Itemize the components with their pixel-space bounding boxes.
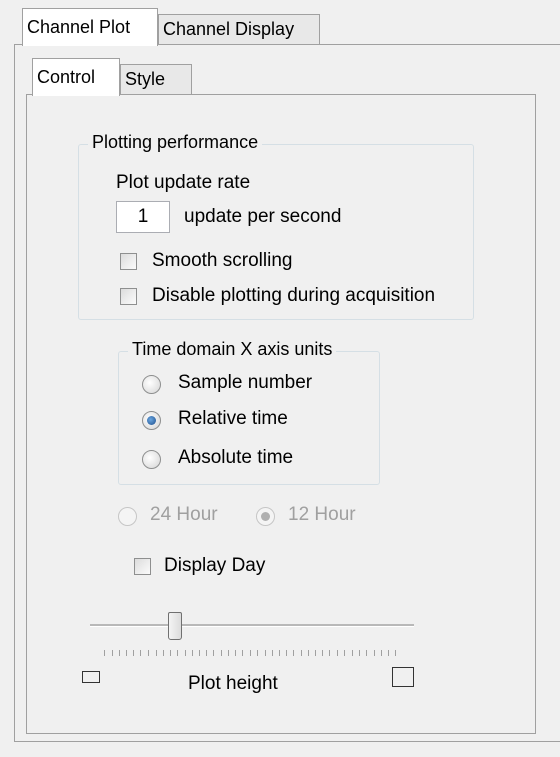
slider-tick [118,650,120,656]
plotting-performance-title: Plotting performance [88,132,263,153]
tab-style[interactable]: Style [120,64,192,94]
slider-tick [271,650,273,656]
absolute-time-label: Absolute time [178,447,294,468]
slider-tick [286,650,288,656]
slider-tick [315,650,316,656]
slider-tick [184,650,186,656]
slider-tick [227,650,229,656]
slider-tick [155,650,157,656]
slider-tick [359,650,361,656]
slider-tick [147,650,149,656]
plot-height-slider[interactable] [90,610,414,660]
slider-tick [366,650,368,656]
slider-tick [322,650,324,656]
tab-style-label: Style [125,69,166,89]
radio-selected-dot [147,416,156,425]
tab-control[interactable]: Control [32,58,120,96]
slider-tick [307,650,309,656]
slider-tick [336,650,338,656]
slider-thumb[interactable] [168,612,182,640]
slider-tick [395,650,397,656]
slider-tick [162,650,164,656]
tab-channel-plot-label: Channel Plot [27,17,131,37]
slider-tick [198,650,200,656]
plot-height-label: Plot height [188,673,278,694]
slider-tick [177,650,179,656]
slider-track [90,624,414,627]
slider-tick [206,650,208,656]
tab-channel-display-label: Channel Display [163,19,295,39]
update-rate-value: 1 [137,206,149,227]
24-hour-radio[interactable] [118,507,137,526]
slider-tick [104,650,106,656]
disable-plotting-label: Disable plotting during acquisition [152,285,436,306]
slider-tick [140,650,142,656]
slider-tick [343,650,345,656]
slider-tick [133,650,135,656]
slider-tick [213,650,215,656]
slider-tick [387,650,389,656]
slider-tick [257,650,259,656]
slider-tick [380,650,382,656]
absolute-time-radio[interactable] [142,450,161,469]
slider-tick [329,650,331,656]
24-hour-label: 24 Hour [150,504,218,525]
x-axis-units-title: Time domain X axis units [128,339,337,360]
sample-number-radio[interactable] [142,375,161,394]
display-day-checkbox[interactable] [134,558,151,575]
slider-tick [126,650,127,656]
slider-tick [220,650,222,656]
large-height-icon [392,667,414,687]
display-day-label: Display Day [164,555,266,576]
slider-tick [242,650,244,656]
slider-tick [191,650,193,656]
sample-number-label: Sample number [178,372,313,393]
update-rate-units-label: update per second [184,206,342,227]
tab-channel-plot[interactable]: Channel Plot [22,8,158,46]
relative-time-radio[interactable] [142,411,161,430]
slider-tick [300,650,302,656]
plot-update-rate-label: Plot update rate [116,172,251,193]
tab-control-label: Control [37,67,96,87]
small-height-icon [82,671,100,683]
slider-tick [293,650,295,656]
slider-tick [250,650,252,656]
12-hour-label: 12 Hour [288,504,356,525]
smooth-scrolling-label: Smooth scrolling [152,250,293,271]
disable-plotting-checkbox[interactable] [120,288,137,305]
slider-tick [170,650,172,656]
smooth-scrolling-checkbox[interactable] [120,253,137,270]
slider-ticks [90,650,414,658]
slider-tick [264,650,266,656]
slider-tick [234,650,236,656]
slider-tick [111,650,113,656]
slider-tick [351,650,353,656]
tab-channel-display[interactable]: Channel Display [158,14,320,44]
slider-tick [373,650,375,656]
slider-tick [279,650,280,656]
update-rate-input[interactable]: 1 [116,201,170,233]
12-hour-radio[interactable] [256,507,275,526]
relative-time-label: Relative time [178,408,288,429]
radio-selected-dot [261,512,270,521]
